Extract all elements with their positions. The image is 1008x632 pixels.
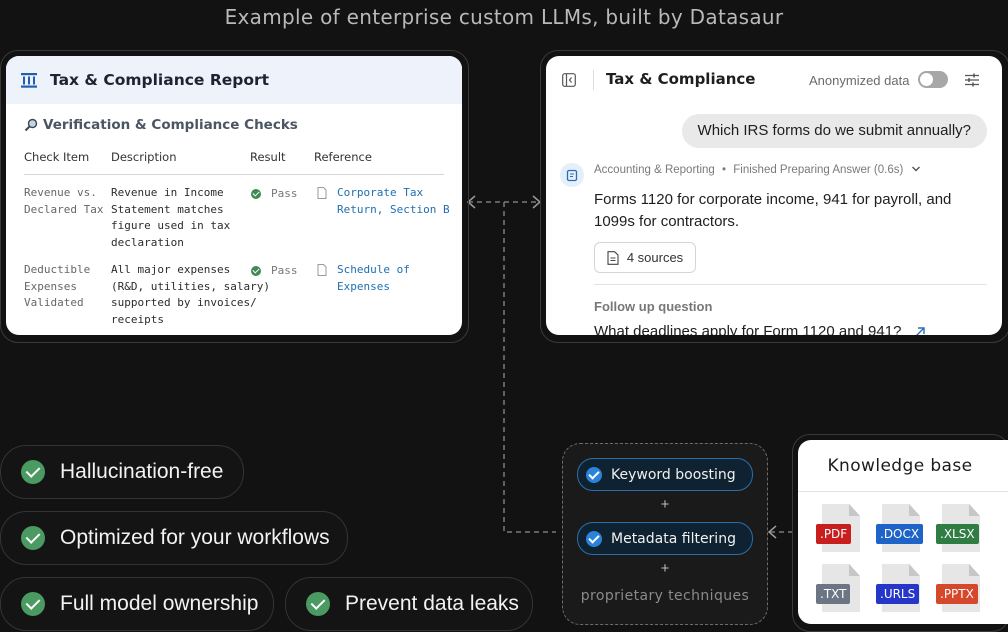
table-row-2-result: Pass: [251, 264, 298, 277]
bot-status: Finished Preparing Answer: [733, 164, 871, 176]
check-circle-icon: [586, 530, 602, 547]
table-header-divider: [24, 174, 444, 175]
knowledge-base-title: Knowledge base: [827, 456, 973, 476]
document-icon: [607, 250, 619, 265]
checks-section-label: Verification & Compliance Checks: [43, 117, 298, 133]
user-message-bubble: Which IRS forms do we submit annually?: [681, 114, 987, 148]
check-circle-icon: [586, 466, 602, 483]
chat-header: Tax & Compliance Anonymized data: [546, 56, 1002, 104]
check-circle-icon: [21, 526, 45, 550]
plus-sign: +: [660, 560, 670, 577]
file-tag: .PPTX: [936, 584, 978, 604]
file-urls-icon: .URLS: [876, 564, 926, 616]
technique-metadata-filtering[interactable]: Metadata filtering: [577, 522, 753, 555]
file-xlsx-icon: .XLSX: [936, 504, 986, 556]
column-header-description: Description: [111, 150, 177, 164]
report-title: Tax & Compliance Report: [50, 71, 270, 89]
chat-card: Tax & Compliance Anonymized data Which I…: [546, 56, 1002, 335]
chat-title: Tax & Compliance: [606, 70, 756, 88]
assistant-icon: [566, 169, 578, 182]
table-row-1-result: Pass: [251, 187, 298, 200]
table-row-1-reference-link[interactable]: Corporate Tax Return, Section B: [337, 185, 450, 218]
table-row-1-item: Revenue vs. Declared Tax: [24, 186, 104, 216]
bot-answer: Forms 1120 for corporate income, 941 for…: [594, 191, 952, 230]
feature-prevent-data-leaks: Prevent data leaks: [285, 577, 533, 631]
follow-up-question-link[interactable]: What deadlines apply for Form 1120 and 9…: [594, 323, 926, 335]
bot-category: Accounting & Reporting: [594, 164, 715, 176]
sidebar-toggle-icon[interactable]: [562, 73, 576, 87]
bank-icon: [21, 73, 37, 88]
sliders-icon[interactable]: [964, 72, 980, 88]
techniques-box: Keyword boosting + Metadata filtering + …: [562, 443, 768, 625]
file-tag: .PDF: [816, 524, 852, 544]
file-pdf-icon: .PDF: [816, 504, 866, 556]
knowledge-base-divider: [798, 491, 1008, 492]
pass-check-icon: [251, 188, 261, 199]
column-header-reference: Reference: [314, 150, 372, 164]
check-circle-icon: [306, 592, 330, 616]
follow-up-label: Follow up question: [594, 299, 713, 314]
feature-model-ownership: Full model ownership: [0, 577, 274, 631]
techniques-footer: proprietary techniques: [580, 588, 750, 604]
check-circle-icon: [21, 460, 45, 484]
document-icon: [317, 264, 327, 276]
feature-optimized-workflows: Optimized for your workflows: [0, 511, 348, 565]
file-tag: .XLSX: [936, 524, 979, 544]
report-card: Tax & Compliance Report Verification & C…: [6, 56, 462, 335]
column-header-check-item: Check Item: [24, 150, 90, 164]
anonymized-data-label: Anonymized data: [809, 73, 910, 88]
file-tag: .TXT: [816, 584, 851, 604]
header-divider: [593, 70, 594, 90]
table-row-2-reference-link[interactable]: Schedule of Expenses: [337, 262, 410, 295]
table-row-1-description: Revenue in Income Statement matches figur…: [111, 186, 231, 249]
bot-avatar: [560, 163, 584, 187]
document-icon: [317, 187, 327, 199]
bot-time: (0.6s): [873, 164, 904, 176]
file-pptx-icon: .PPTX: [936, 564, 986, 616]
bot-status-line[interactable]: Accounting & Reporting • Finished Prepar…: [594, 164, 921, 176]
anonymized-data-toggle[interactable]: [918, 71, 948, 88]
file-tag: .DOCX: [876, 524, 924, 544]
table-row-2-description: All major expenses (R&D, utilities, salar…: [111, 263, 270, 326]
table-row-2-item: Deductible Expenses Validated: [24, 263, 91, 309]
check-circle-icon: [21, 592, 45, 616]
arrow-up-right-icon: [915, 327, 925, 335]
knowledge-base-card: Knowledge base .PDF .DOCX .XLSX .TXT .UR…: [798, 440, 1008, 624]
file-docx-icon: .DOCX: [876, 504, 926, 556]
follow-up-divider: [594, 284, 987, 285]
checks-section-title: Verification & Compliance Checks: [24, 117, 298, 133]
column-header-result: Result: [250, 150, 286, 164]
feature-hallucination-free: Hallucination-free: [0, 445, 244, 499]
magnifier-icon: [24, 118, 38, 132]
plus-sign: +: [660, 496, 670, 513]
sources-button[interactable]: 4 sources: [594, 242, 696, 273]
report-header: Tax & Compliance Report: [6, 56, 462, 104]
file-tag: .URLS: [876, 584, 920, 604]
chevron-down-icon: [911, 166, 920, 172]
file-txt-icon: .TXT: [816, 564, 866, 616]
technique-keyword-boosting[interactable]: Keyword boosting: [577, 458, 753, 491]
pass-check-icon: [251, 265, 261, 276]
